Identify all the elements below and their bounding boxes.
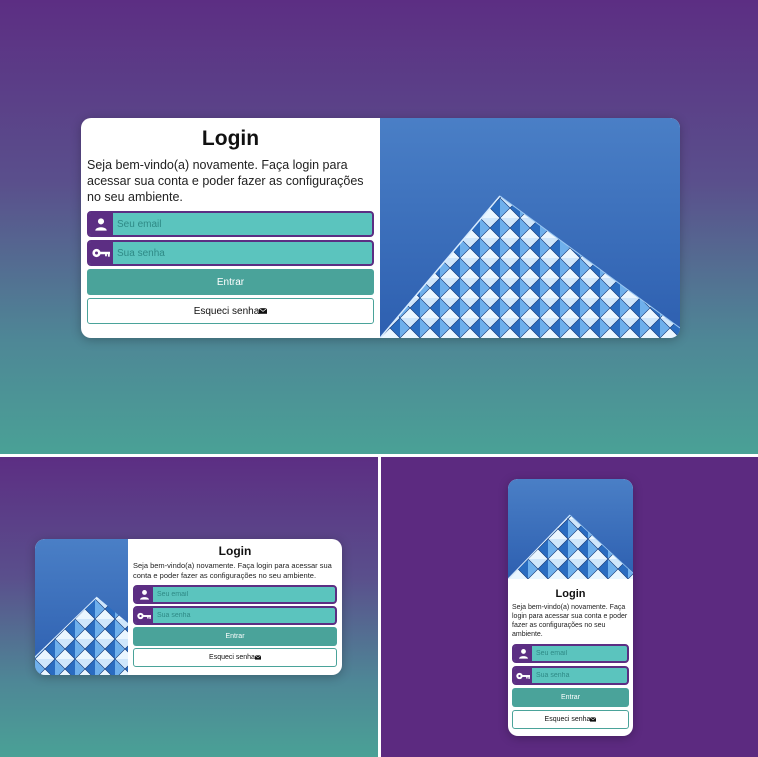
user-icon bbox=[135, 587, 153, 602]
forgot-password-label: Esqueci senha bbox=[209, 654, 255, 661]
login-card: Login Seja bem-vindo(a) novamente. Faça … bbox=[81, 118, 680, 338]
password-input[interactable] bbox=[113, 242, 372, 264]
login-form: Login Seja bem-vindo(a) novamente. Faça … bbox=[508, 579, 633, 736]
login-title: Login bbox=[218, 544, 252, 558]
login-form: Login Seja bem-vindo(a) novamente. Faça … bbox=[81, 118, 380, 338]
email-field[interactable] bbox=[133, 585, 337, 604]
envelope-icon bbox=[254, 655, 261, 660]
password-input[interactable] bbox=[532, 668, 627, 683]
password-field[interactable] bbox=[512, 666, 629, 685]
user-icon bbox=[514, 646, 532, 661]
forgot-password-label: Esqueci senha bbox=[193, 305, 260, 317]
email-input[interactable] bbox=[153, 587, 335, 602]
email-field[interactable] bbox=[87, 211, 374, 237]
forgot-password-button[interactable]: Esqueci senha bbox=[512, 710, 629, 729]
submit-button[interactable]: Entrar bbox=[87, 269, 374, 295]
user-icon bbox=[89, 213, 113, 235]
login-form: Login Seja bem-vindo(a) novamente. Faça … bbox=[128, 539, 342, 675]
password-field[interactable] bbox=[87, 240, 374, 266]
login-card: Login Seja bem-vindo(a) novamente. Faça … bbox=[508, 479, 633, 736]
login-intro: Seja bem-vindo(a) novamente. Faça login … bbox=[87, 158, 364, 204]
forgot-password-label: Esqueci senha bbox=[544, 716, 591, 723]
login-title: Login bbox=[555, 588, 586, 600]
password-input[interactable] bbox=[153, 608, 335, 623]
forgot-password-button[interactable]: Esqueci senha bbox=[87, 298, 374, 324]
envelope-icon bbox=[590, 717, 597, 722]
email-field[interactable] bbox=[512, 644, 629, 663]
login-title: Login bbox=[201, 127, 260, 150]
building-photo bbox=[380, 118, 680, 338]
key-icon bbox=[135, 608, 153, 623]
envelope-icon bbox=[259, 308, 268, 314]
key-icon bbox=[89, 242, 113, 264]
email-input[interactable] bbox=[532, 646, 627, 661]
key-icon bbox=[514, 668, 532, 683]
login-intro: Seja bem-vindo(a) novamente. Faça login … bbox=[512, 604, 628, 638]
mobile-preview: Login Seja bem-vindo(a) novamente. Faça … bbox=[381, 457, 758, 757]
forgot-password-button[interactable]: Esqueci senha bbox=[133, 648, 337, 667]
desktop-preview: Login Seja bem-vindo(a) novamente. Faça … bbox=[0, 0, 758, 454]
email-input[interactable] bbox=[113, 213, 372, 235]
submit-button[interactable]: Entrar bbox=[133, 627, 337, 646]
building-photo bbox=[508, 479, 633, 579]
submit-button[interactable]: Entrar bbox=[512, 688, 629, 707]
tablet-preview: Login Seja bem-vindo(a) novamente. Faça … bbox=[0, 457, 378, 757]
login-intro: Seja bem-vindo(a) novamente. Faça login … bbox=[133, 561, 332, 580]
building-photo bbox=[35, 539, 128, 675]
password-field[interactable] bbox=[133, 606, 337, 625]
login-card: Login Seja bem-vindo(a) novamente. Faça … bbox=[35, 539, 342, 675]
